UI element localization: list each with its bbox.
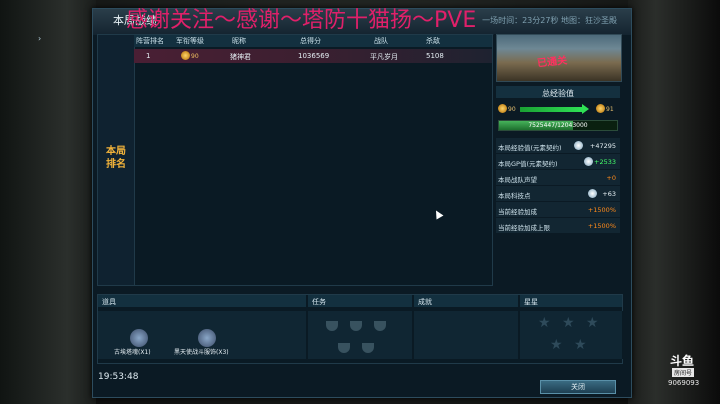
star-icon: ★ xyxy=(538,315,551,331)
ranking-table: 本局 排名 阵营排名 军衔等级 昵称 总得分 战队 杀敌 1 90 猪神君 10… xyxy=(97,34,493,286)
col-kills: 杀敌 xyxy=(426,37,440,45)
stat-tech: 本局科技点 +63 xyxy=(496,186,620,202)
game-clock: 19:53:48 xyxy=(98,372,139,382)
military-rank-icon xyxy=(181,51,190,60)
trophy-icon xyxy=(374,321,386,331)
right-scene-edge xyxy=(628,0,720,404)
stat-value: +47295 xyxy=(589,142,616,150)
exp-progress-text: 7525447/12043000 xyxy=(528,122,588,129)
tech-icon xyxy=(588,189,597,198)
row-score: 1036569 xyxy=(298,52,330,60)
stat-exp-bonus: 当前经验加成 +1500% xyxy=(496,202,620,218)
stat-value: +1500% xyxy=(587,222,616,230)
stat-value: +63 xyxy=(602,190,616,198)
item-icon[interactable] xyxy=(198,329,216,347)
row-nickname: 猪神君 xyxy=(230,53,251,61)
items-label: 道具 xyxy=(102,298,116,306)
col-team: 战队 xyxy=(374,37,388,45)
watermark-room: 9069093 xyxy=(668,379,700,387)
cleared-stamp: 已通关 xyxy=(536,55,568,70)
element-contract-icon xyxy=(584,157,593,166)
stat-gp: 本局GP值(元素契约) +2533 xyxy=(496,154,620,170)
item-name: 黑天使战斗服饰(X3) xyxy=(174,349,229,356)
tasks-label: 任务 xyxy=(312,298,326,306)
table-row[interactable]: 1 90 猪神君 1036569 平凡岁月 5108 xyxy=(134,49,492,63)
stat-exp-bonus-cap: 当前经验加成上限 +1500% xyxy=(496,218,620,234)
items-header: 道具 xyxy=(98,295,306,307)
map-name: 地图：狂沙圣殿 xyxy=(561,16,617,25)
ranking-side-header: 本局 排名 xyxy=(98,35,135,285)
row-team: 平凡岁月 xyxy=(370,53,398,61)
stat-label: 本局GP值(元素契约) xyxy=(498,160,558,168)
rewards-panel: 道具 任务 成就 星星 古埃塔魂(X1) 黑天使战斗服饰(X3) ★ ★ ★ ★… xyxy=(97,294,623,364)
match-time: 一场时间：23分27秒 xyxy=(482,16,559,25)
row-kills: 5108 xyxy=(426,52,444,60)
star-icon: ★ xyxy=(562,315,575,331)
level-to-icon xyxy=(596,104,605,113)
stars-header: 星星 xyxy=(520,295,622,307)
items-cell: 古埃塔魂(X1) 黑天使战斗服饰(X3) xyxy=(98,311,307,359)
item-icon[interactable] xyxy=(130,329,148,347)
star-icon: ★ xyxy=(550,337,563,353)
stat-value: +0 xyxy=(606,174,616,182)
stat-exp: 本局经验值(元素契约) +47295 xyxy=(496,138,620,154)
stat-label: 当前经验加成上限 xyxy=(498,224,550,232)
tasks-header: 任务 xyxy=(308,295,412,307)
trophy-icon xyxy=(350,321,362,331)
stat-label: 当前经验加成 xyxy=(498,208,537,216)
douyu-watermark: 斗鱼 房间号 9069093 xyxy=(668,352,708,392)
map-scene-image: 已通关 xyxy=(496,34,622,82)
stat-reputation: 本局战队声望 +0 xyxy=(496,170,620,186)
stat-label: 本局经验值(元素契约) xyxy=(498,144,562,152)
watermark-logo: 斗鱼 xyxy=(670,354,695,368)
element-contract-icon xyxy=(574,141,583,150)
trophy-icon xyxy=(338,343,350,353)
stat-value: +1500% xyxy=(587,206,616,214)
stars-cell: ★ ★ ★ ★ ★ xyxy=(520,311,623,359)
stream-overlay-text: 感谢关注～感谢～塔防十猫扬～PVE xyxy=(126,8,477,33)
star-icon: ★ xyxy=(586,315,599,331)
level-from-icon xyxy=(498,104,507,113)
col-score: 总得分 xyxy=(300,37,321,45)
trophy-icon xyxy=(326,321,338,331)
level-up-arrow-icon xyxy=(520,104,589,114)
col-rank: 阵营排名 xyxy=(136,37,164,45)
stat-value: +2533 xyxy=(594,158,616,166)
stat-label: 本局战队声望 xyxy=(498,176,537,184)
achievements-label: 成就 xyxy=(418,298,432,306)
match-info: 一场时间：23分27秒 地图：狂沙圣殿 xyxy=(482,15,617,26)
result-panel: 已通关 总经验值 90 91 7525447/12043000 本局经验值(元素… xyxy=(494,34,622,284)
exp-title: 总经验值 xyxy=(542,89,574,98)
level-from: 90 xyxy=(508,106,516,113)
ranking-table-header: 阵营排名 军衔等级 昵称 总得分 战队 杀敌 xyxy=(134,35,492,47)
stat-label: 本局科技点 xyxy=(498,192,531,200)
tasks-cell xyxy=(308,311,413,359)
expand-arrow-icon[interactable]: › xyxy=(38,34,41,43)
stars-label: 星星 xyxy=(524,298,538,306)
star-icon: ★ xyxy=(574,337,587,353)
achievements-cell xyxy=(414,311,519,359)
row-level: 90 xyxy=(191,53,199,60)
close-button[interactable]: 关闭 xyxy=(540,380,616,394)
side-label: 本局 排名 xyxy=(106,146,126,170)
achievements-header: 成就 xyxy=(414,295,518,307)
watermark-sub: 房间号 xyxy=(672,368,695,377)
row-rank: 1 xyxy=(146,52,151,60)
exp-progress-bar: 7525447/12043000 xyxy=(498,120,618,131)
left-scene-edge xyxy=(0,0,96,404)
item-name: 古埃塔魂(X1) xyxy=(114,349,151,356)
col-level: 军衔等级 xyxy=(176,37,204,45)
level-to: 91 xyxy=(606,106,614,113)
trophy-icon xyxy=(362,343,374,353)
col-nickname: 昵称 xyxy=(232,37,246,45)
